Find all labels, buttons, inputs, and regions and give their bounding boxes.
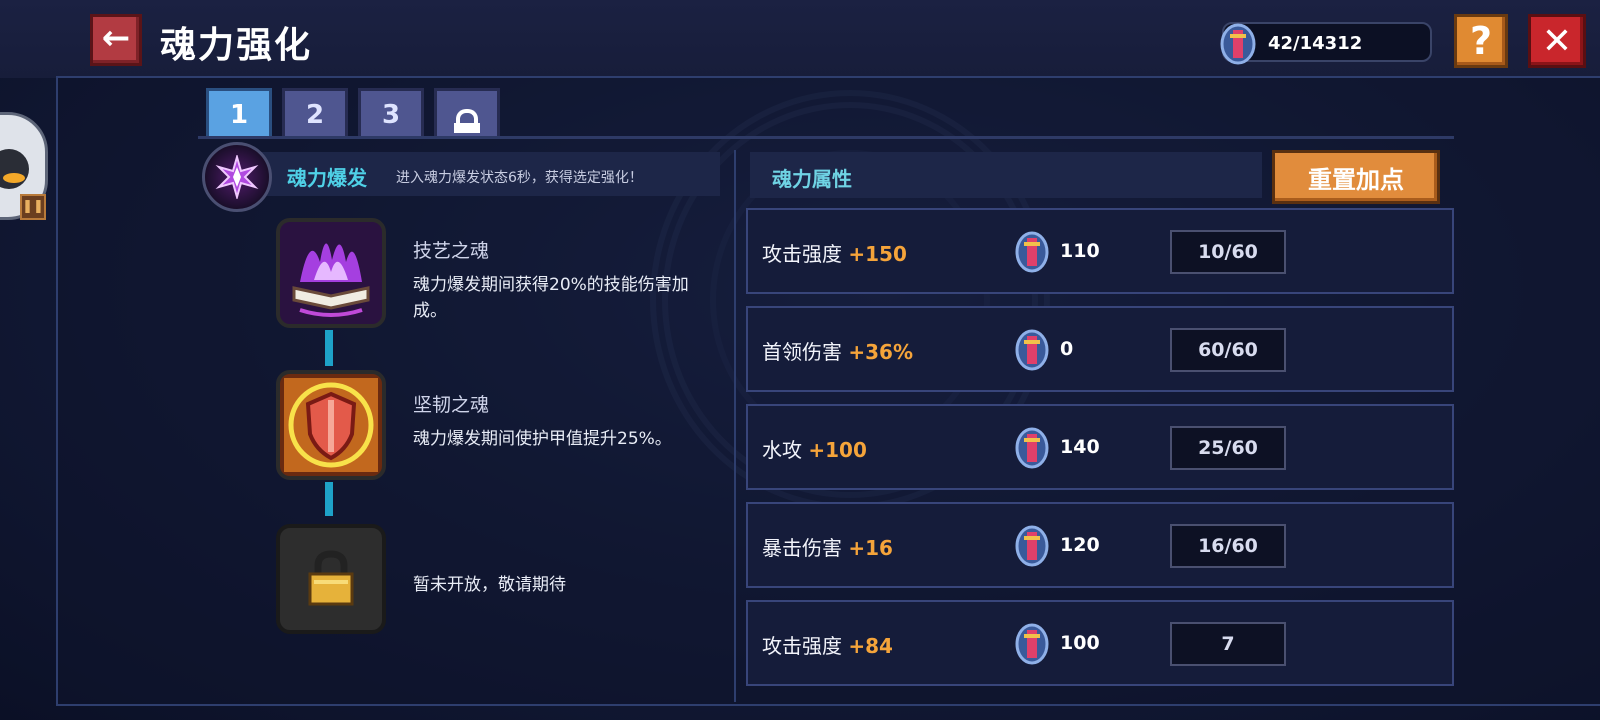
soul-shield-icon (284, 378, 378, 472)
attribute-bonus: +36% (848, 340, 913, 364)
attribute-row[interactable]: 攻击强度 +150 110 10/60 (746, 208, 1454, 294)
tab-2[interactable]: 2 (282, 88, 348, 138)
section-divider (734, 150, 736, 702)
attribute-cost: 0 (1060, 338, 1074, 360)
attribute-level[interactable]: 16/60 (1170, 524, 1286, 568)
attribute-level[interactable]: 60/60 (1170, 328, 1286, 372)
tab-3[interactable]: 3 (358, 88, 424, 138)
attribute-row[interactable]: 首领伤害 +36% 0 60/60 (746, 306, 1454, 392)
skill-slot-1[interactable] (276, 218, 386, 328)
attribute-bonus: +84 (848, 634, 893, 658)
soul-gem-icon (1015, 623, 1049, 665)
attribute-level[interactable]: 25/60 (1170, 426, 1286, 470)
attribute-cost: 110 (1060, 240, 1100, 262)
skill-connector (325, 330, 333, 366)
penguin-avatar-icon (0, 149, 29, 189)
attribute-level[interactable]: 10/60 (1170, 230, 1286, 274)
tab-1[interactable]: 1 (206, 88, 272, 138)
soul-burst-icon[interactable] (202, 142, 272, 212)
attribute-row[interactable]: 水攻 +100 140 25/60 (746, 404, 1454, 490)
attribute-row[interactable]: 暴击伤害 +16 120 16/60 (746, 502, 1454, 588)
attribute-level[interactable]: 7 (1170, 622, 1286, 666)
attribute-bonus: +16 (848, 536, 893, 560)
skill-1-description: 魂力爆发期间获得20%的技能伤害加成。 (413, 275, 689, 321)
attribute-bonus: +100 (808, 438, 867, 462)
help-button[interactable]: ? (1454, 14, 1508, 68)
back-arrow-icon: ← (101, 18, 131, 58)
close-button[interactable]: ✕ (1528, 14, 1586, 68)
back-button[interactable]: ← (90, 14, 142, 66)
skill-connector (325, 482, 333, 516)
attribute-name: 首领伤害 (762, 340, 842, 364)
skill-slot-2[interactable] (276, 370, 386, 480)
burst-star-icon (215, 155, 259, 199)
soul-gem-icon (1015, 427, 1049, 469)
soul-gem-icon (1015, 231, 1049, 273)
avatar-beak (3, 173, 25, 183)
panel-bottom-border (56, 704, 1600, 706)
reset-points-button[interactable]: 重置加点 (1272, 150, 1440, 204)
skill-3-locked-text: 暂未开放，敬请期待 (413, 575, 566, 595)
lock-icon (454, 108, 480, 133)
padlock-icon (308, 550, 354, 606)
attributes-header: 魂力属性 (750, 152, 1262, 198)
attribute-name: 攻击强度 (762, 634, 842, 658)
skill-1-name: 技艺之魂 (413, 240, 490, 262)
soul-book-icon (292, 243, 370, 317)
attribute-bonus: +150 (848, 242, 907, 266)
pause-icon[interactable]: ❚❚ (20, 194, 46, 220)
soul-gem-icon (1015, 525, 1049, 567)
skill-2-description: 魂力爆发期间使护甲值提升25%。 (413, 429, 672, 449)
burst-description: 进入魂力爆发状态6秒，获得选定强化！ (396, 170, 643, 186)
page-title: 魂力强化 (160, 25, 313, 66)
attribute-cost: 100 (1060, 632, 1100, 654)
tabs-divider (198, 136, 1454, 139)
skill-2-name: 坚韧之魂 (413, 394, 490, 416)
soul-gem-icon (1015, 329, 1049, 371)
currency-amount: 42/14312 (1268, 33, 1363, 54)
skill-slot-3-locked[interactable] (276, 524, 386, 634)
attribute-row[interactable]: 攻击强度 +84 100 7 (746, 600, 1454, 686)
attribute-name: 暴击伤害 (762, 536, 842, 560)
burst-title: 魂力爆发 (287, 166, 367, 190)
soul-gem-icon (1220, 23, 1256, 65)
attribute-cost: 120 (1060, 534, 1100, 556)
attribute-cost: 140 (1060, 436, 1100, 458)
soul-currency-display: 42/14312 (1220, 22, 1432, 65)
attribute-name: 攻击强度 (762, 242, 842, 266)
tab-locked[interactable] (434, 88, 500, 138)
question-mark-icon: ? (1469, 19, 1493, 63)
close-icon: ✕ (1541, 20, 1573, 62)
attribute-name: 水攻 (762, 438, 802, 462)
